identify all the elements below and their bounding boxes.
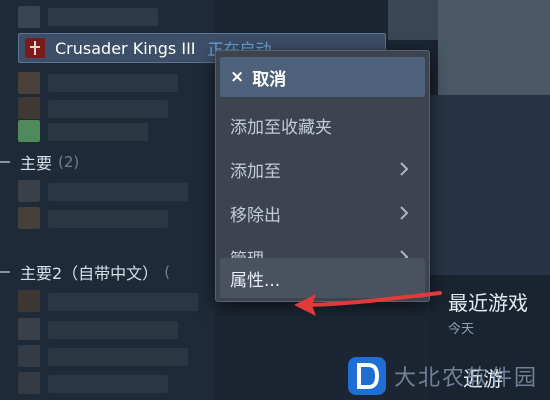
- close-icon: ×: [230, 67, 245, 87]
- blurred-game-name: [48, 375, 168, 393]
- context-menu: × 取消 添加至收藏夹 添加至 移除出 管理 属性...: [215, 50, 430, 302]
- cross-emblem-icon: [25, 38, 45, 58]
- blurred-game-name: [48, 183, 188, 201]
- game-thumbnail: [18, 72, 40, 94]
- watermark: 大北农软件园: [348, 352, 548, 400]
- menu-item-label: 属性...: [230, 270, 281, 291]
- watermark-logo-icon: [348, 357, 386, 395]
- collection-header-main[interactable]: 主要 (2): [0, 148, 79, 176]
- collection-label: 主要: [20, 154, 53, 173]
- collection-count: (: [164, 263, 171, 281]
- menu-item-label: 添加至: [230, 161, 281, 182]
- game-thumbnail: [18, 120, 40, 142]
- blurred-game-name: [48, 293, 198, 311]
- recent-games-heading: 最近游戏: [448, 291, 528, 315]
- blurred-panel: [430, 95, 550, 275]
- game-title: Crusader Kings III: [55, 38, 196, 58]
- menu-item-add-to[interactable]: 添加至: [220, 149, 425, 189]
- game-thumbnail: [18, 207, 40, 229]
- collapse-dash-icon: [0, 161, 10, 163]
- blurred-game-name: [48, 123, 148, 141]
- chevron-right-icon: [400, 206, 409, 220]
- menu-item-label: 添加至收藏夹: [230, 117, 332, 138]
- game-thumbnail: [18, 372, 40, 394]
- collapse-dash-icon: [0, 271, 10, 273]
- hero-image: [438, 0, 550, 100]
- blurred-game-name: [48, 74, 178, 92]
- game-thumbnail: [18, 318, 40, 340]
- recent-games-date: 今天: [448, 322, 475, 337]
- menu-item-add-to-favorites[interactable]: 添加至收藏夹: [220, 105, 425, 145]
- menu-item-label: 取消: [252, 69, 287, 90]
- blurred-game-name: [48, 348, 188, 366]
- blurred-game-name: [48, 8, 158, 26]
- blurred-game-name: [48, 210, 168, 228]
- menu-item-cancel[interactable]: × 取消: [220, 57, 425, 97]
- annotation-arrow-icon: [294, 291, 442, 316]
- game-thumbnail: [18, 180, 40, 202]
- game-thumbnail: [18, 6, 40, 28]
- collection-header-main2[interactable]: 主要2（自带中文） (: [0, 258, 170, 286]
- game-thumbnail: [18, 345, 40, 367]
- collection-label: 主要2（自带中文）: [20, 264, 159, 283]
- menu-item-label: 移除出: [230, 205, 281, 226]
- game-thumbnail: [18, 290, 40, 312]
- blurred-game-name: [48, 321, 178, 339]
- menu-item-remove-from[interactable]: 移除出: [220, 193, 425, 233]
- chevron-right-icon: [400, 162, 409, 176]
- collection-count: (2): [58, 153, 80, 171]
- blurred-game-name: [48, 100, 168, 118]
- game-thumbnail: [18, 97, 40, 119]
- watermark-text: 大北农软件园: [394, 366, 539, 391]
